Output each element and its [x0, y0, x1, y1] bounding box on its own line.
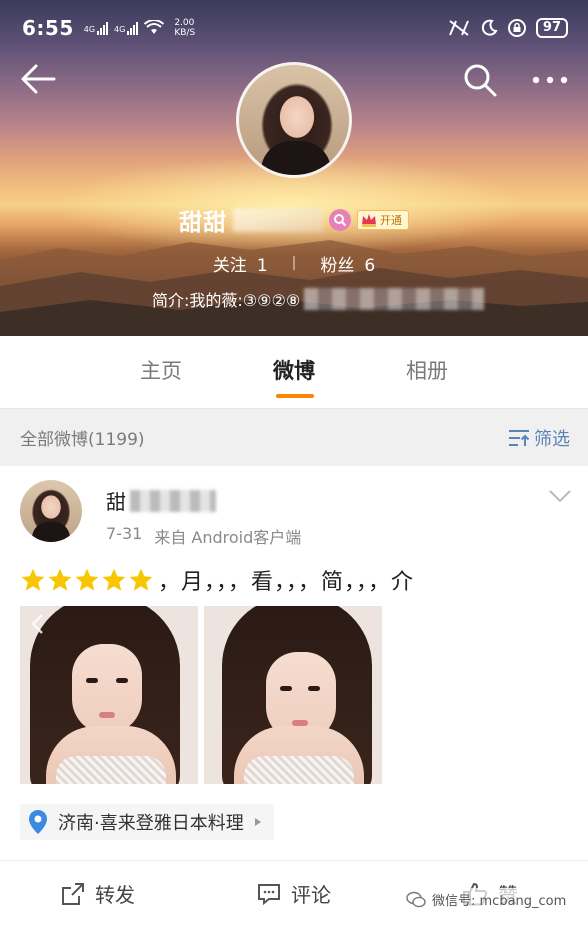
filter-button[interactable]: 筛选: [508, 425, 570, 451]
filter-icon: [509, 429, 530, 446]
location-text: 济南·喜来登雅日本料理: [58, 813, 244, 834]
comment-icon: [258, 883, 280, 905]
post-author-name: 甜: [106, 490, 126, 514]
magnifier-badge-icon[interactable]: [329, 209, 351, 231]
lock-icon: [507, 19, 526, 37]
post-body-text: ，月，，，看，，，简，，，介: [158, 570, 415, 595]
battery-indicator: 97: [535, 18, 568, 38]
network-speed: 2.00 KB/S: [174, 18, 196, 38]
vip-open-badge[interactable]: 开通: [357, 210, 409, 230]
tab-weibo[interactable]: 微博: [228, 336, 361, 408]
all-posts-count: 全部微博(1199): [20, 430, 145, 450]
post-text: ，月，，，看，，，简，，，介: [20, 564, 414, 596]
blurred-name-mosaic: [233, 208, 323, 232]
chevron-left-icon: [31, 614, 43, 634]
star-icon: [21, 568, 45, 591]
status-right-icons: 97: [448, 18, 568, 38]
moon-icon: [481, 19, 498, 36]
wechat-watermark: 微信号: mcbang_com: [402, 888, 571, 911]
stats-divider: |: [291, 255, 297, 271]
search-icon[interactable]: [462, 62, 498, 98]
network-indicators: 4G 4G 2.00 KB/S: [84, 18, 195, 38]
watermark-text: 微信号: mcbang_com: [432, 894, 567, 909]
image-face-shape: [72, 644, 142, 734]
post-source: 来自 Android客户端: [154, 528, 302, 547]
comment-label: 评论: [291, 883, 331, 907]
status-time: 6:55: [22, 16, 74, 40]
image-eye-shape: [280, 686, 292, 691]
profile-bio: 简介:我的薇:③⑨②⑧: [152, 286, 485, 312]
signal-4g-2: 4G: [114, 21, 139, 35]
repost-label: 转发: [95, 883, 135, 907]
following-stat[interactable]: 关注 1: [213, 251, 268, 276]
star-icon: [102, 568, 126, 591]
profile-username: 甜甜: [179, 210, 227, 236]
image-lace-shape: [56, 756, 166, 784]
nfc-icon: [448, 20, 469, 36]
repost-button[interactable]: 转发: [0, 879, 196, 908]
star-rating: [20, 567, 154, 593]
signal-bars-icon: [127, 21, 139, 35]
star-icon: [48, 568, 72, 591]
profile-name-row: 甜甜 开通: [0, 202, 588, 238]
wechat-logo-icon: [406, 891, 426, 907]
bio-text: 简介:我的薇:③⑨②⑧: [152, 291, 301, 310]
post-image-2[interactable]: [204, 606, 382, 784]
post-date: 7-31: [106, 524, 143, 543]
star-icon: [129, 568, 153, 591]
profile-tabs: 主页 微博 相册: [0, 336, 588, 408]
profile-avatar[interactable]: [236, 62, 352, 178]
post-meta: 7-31 来自 Android客户端: [106, 524, 301, 548]
filter-bar: 全部微博(1199) 筛选: [0, 408, 588, 466]
image-eye-shape: [308, 686, 320, 691]
image-lace-shape: [244, 756, 354, 784]
crown-icon: [362, 214, 376, 227]
wifi-icon: [144, 20, 165, 34]
signal-bars-icon: [97, 21, 109, 35]
back-arrow-icon[interactable]: [20, 62, 56, 96]
image-prev-button[interactable]: [20, 606, 56, 642]
tab-home[interactable]: 主页: [95, 336, 228, 408]
fans-stat[interactable]: 粉丝 6: [320, 251, 375, 276]
triangle-right-icon: [254, 818, 261, 826]
chevron-down-icon[interactable]: [548, 488, 572, 504]
image-lip-shape: [99, 712, 115, 718]
repost-icon: [62, 882, 84, 905]
location-tag[interactable]: 济南·喜来登雅日本料理: [20, 804, 274, 840]
comment-button[interactable]: 评论: [196, 879, 392, 908]
image-eye-shape: [116, 678, 128, 683]
post-card: 甜 7-31 来自 Android客户端 ，月，，，看，，，简，，，介 济南·喜…: [0, 466, 588, 926]
post-avatar[interactable]: [20, 480, 82, 542]
image-eye-shape: [86, 678, 98, 683]
status-bar: 6:55 4G 4G 2.00 KB/S 97: [0, 0, 588, 56]
blurred-author-mosaic: [130, 489, 216, 512]
signal-4g-1: 4G: [84, 21, 109, 35]
weibo-profile-page: 6:55 4G 4G 2.00 KB/S 97 甜甜 开通 关注 1 | 粉丝 …: [0, 0, 588, 926]
filter-label: 筛选: [534, 428, 570, 450]
tab-album[interactable]: 相册: [361, 336, 494, 408]
more-options-icon[interactable]: [530, 66, 570, 94]
star-icon: [75, 568, 99, 591]
location-pin-icon: [29, 810, 47, 834]
follow-stats: 关注 1 | 粉丝 6: [0, 250, 588, 276]
vip-open-label: 开通: [380, 214, 402, 227]
post-author[interactable]: 甜: [106, 486, 216, 515]
blurred-bio-mosaic: [304, 288, 485, 310]
